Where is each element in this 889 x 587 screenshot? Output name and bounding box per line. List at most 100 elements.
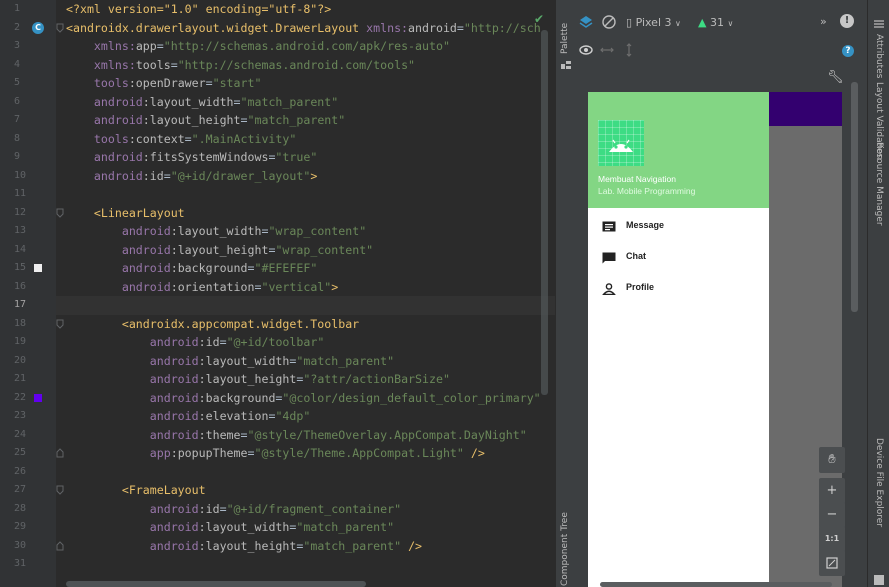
line-number[interactable]: 8	[0, 130, 56, 149]
code-line[interactable]: android:elevation="4dp"	[66, 407, 311, 426]
line-number[interactable]: 18	[0, 315, 56, 334]
code-line[interactable]: android:fitsSystemWindows="true"	[66, 148, 317, 167]
emulator-icon[interactable]	[874, 575, 884, 585]
line-number[interactable]: 13	[0, 222, 56, 241]
line-number[interactable]: 16	[0, 278, 56, 297]
code-line[interactable]: android:background="@color/design_defaul…	[66, 389, 541, 408]
line-number[interactable]: 27	[0, 481, 56, 500]
code-token: "wrap_content"	[268, 224, 367, 238]
zoom-actual-size-button[interactable]: 1:1	[819, 526, 845, 552]
line-number[interactable]: 24	[0, 426, 56, 445]
view-options-eye-icon[interactable]	[578, 42, 594, 58]
code-line[interactable]: android:layout_width="match_parent"	[66, 352, 394, 371]
code-token: android	[149, 353, 199, 368]
code-line[interactable]: tools:context=".MainActivity"	[66, 130, 296, 149]
line-number[interactable]: 2	[0, 19, 56, 38]
zoom-in-button[interactable]: +	[819, 478, 845, 504]
line-number[interactable]: 20	[0, 352, 56, 371]
wrench-icon[interactable]: 🔧︎	[827, 70, 844, 85]
api-level-selector[interactable]: ▲ 31 ∨	[698, 16, 733, 29]
line-number[interactable]: 7	[0, 111, 56, 130]
zoom-to-fit-button[interactable]	[819, 550, 845, 576]
code-line[interactable]: xmlns:tools="http://schemas.android.com/…	[66, 56, 415, 75]
zoom-out-button[interactable]: −	[819, 502, 845, 528]
line-number[interactable]: 31	[0, 555, 56, 574]
warnings-icon[interactable]: !	[840, 14, 854, 28]
code-line[interactable]: <LinearLayout	[66, 204, 185, 223]
orientation-icon[interactable]	[601, 14, 617, 30]
line-number[interactable]: 25	[0, 444, 56, 463]
fold-marker-icon[interactable]	[56, 319, 64, 329]
code-line[interactable]: android:theme="@style/ThemeOverlay.AppCo…	[66, 426, 527, 445]
line-number[interactable]: 4	[0, 56, 56, 75]
line-number[interactable]: 26	[0, 463, 56, 482]
device-selector[interactable]: ▯ Pixel 3 ∨	[626, 16, 681, 29]
menu-item-profile[interactable]: Profile	[588, 274, 769, 304]
code-line[interactable]: tools:openDrawer="start"	[66, 74, 262, 93]
vertical-resize-icon[interactable]	[621, 42, 637, 58]
pan-hand-icon[interactable]: ✋︎	[819, 447, 845, 473]
line-number[interactable]: 19	[0, 333, 56, 352]
line-number[interactable]: 1	[0, 0, 56, 19]
line-number[interactable]: 22	[0, 389, 56, 408]
design-surface-icon[interactable]	[578, 14, 594, 30]
fold-marker-icon[interactable]	[56, 485, 64, 495]
fold-marker-icon[interactable]	[56, 208, 64, 218]
line-number[interactable]: 6	[0, 93, 56, 112]
code-editor[interactable]: 1 2 3 4 5 6 7 8 9 10 11 12 13 14 15 16 17 18 19 20 21 22 23 24 2…	[0, 0, 555, 587]
code-line[interactable]: <androidx.drawerlayout.widget.DrawerLayo…	[66, 19, 541, 38]
line-number[interactable]: 14	[0, 241, 56, 260]
palette-tab[interactable]: Palette	[556, 18, 576, 78]
code-line[interactable]: android:layout_height="wrap_content"	[66, 241, 373, 260]
preview-horizontal-scrollbar[interactable]	[600, 582, 832, 587]
editor-horizontal-scrollbar[interactable]	[66, 581, 366, 587]
code-line[interactable]: android:layout_height="?attr/actionBarSi…	[66, 370, 450, 389]
line-number-text: 30	[14, 539, 27, 551]
navigation-drawer[interactable]: Membuat Navigation Lab. Mobile Programmi…	[588, 92, 769, 587]
line-number[interactable]: 10	[0, 167, 56, 186]
fold-marker-icon[interactable]	[56, 23, 64, 33]
code-line[interactable]: android:id="@+id/toolbar"	[66, 333, 325, 352]
color-swatch-gutter-icon[interactable]	[34, 393, 42, 402]
line-number[interactable]: 5	[0, 74, 56, 93]
code-line[interactable]: android:layout_height="match_parent"	[66, 111, 345, 130]
code-line[interactable]: <androidx.appcompat.widget.Toolbar	[66, 315, 359, 334]
menu-item-message[interactable]: Message	[588, 212, 769, 242]
editor-vertical-scrollbar[interactable]	[541, 30, 548, 395]
preview-vertical-scrollbar[interactable]	[851, 82, 858, 312]
line-number[interactable]: 17	[0, 296, 56, 315]
line-number[interactable]: 21	[0, 370, 56, 389]
code-line[interactable]: android:layout_width="wrap_content"	[66, 222, 366, 241]
code-line[interactable]: android:background="#EFEFEF"	[66, 259, 317, 278]
line-number[interactable]: 9	[0, 148, 56, 167]
help-icon[interactable]: ?	[842, 45, 854, 57]
fold-end-marker-icon[interactable]	[56, 448, 64, 458]
code-line[interactable]: android:id="@+id/drawer_layout">	[66, 167, 317, 186]
component-tree-tab[interactable]: Component Tree	[556, 490, 576, 587]
code-line[interactable]: android:id="@+id/fragment_container"	[66, 500, 401, 519]
profile-icon	[602, 283, 616, 295]
code-line[interactable]: android:layout_height="match_parent" />	[66, 537, 422, 556]
color-swatch-gutter-icon[interactable]	[34, 264, 42, 272]
menu-item-chat[interactable]: Chat	[588, 243, 769, 273]
horizontal-resize-icon[interactable]	[599, 42, 615, 58]
code-line[interactable]: <?xml version="1.0" encoding="utf-8"?>	[66, 0, 331, 19]
fold-end-marker-icon[interactable]	[56, 540, 64, 551]
line-number[interactable]: 15	[0, 259, 56, 278]
line-number[interactable]: 28	[0, 500, 56, 519]
more-actions-button[interactable]: »	[820, 15, 827, 28]
code-line[interactable]: android:layout_width="match_parent"	[66, 518, 394, 537]
line-number[interactable]: 3	[0, 37, 56, 56]
code-line[interactable]: android:layout_width="match_parent"	[66, 93, 338, 112]
code-line[interactable]: <FrameLayout	[66, 481, 206, 500]
line-number[interactable]: 29	[0, 518, 56, 537]
line-number[interactable]: 12	[0, 204, 56, 223]
device-screen[interactable]: Membuat Navigation Lab. Mobile Programmi…	[588, 92, 842, 587]
code-line[interactable]: app:popupTheme="@style/Theme.AppCompat.L…	[66, 444, 485, 463]
line-number[interactable]: 11	[0, 185, 56, 204]
line-number[interactable]: 30	[0, 537, 56, 556]
code-line[interactable]: xmlns:app="http://schemas.android.com/ap…	[66, 37, 450, 56]
code-line[interactable]: android:orientation="vertical">	[66, 278, 338, 297]
line-number[interactable]: 23	[0, 407, 56, 426]
class-gutter-icon[interactable]: C	[32, 21, 44, 34]
